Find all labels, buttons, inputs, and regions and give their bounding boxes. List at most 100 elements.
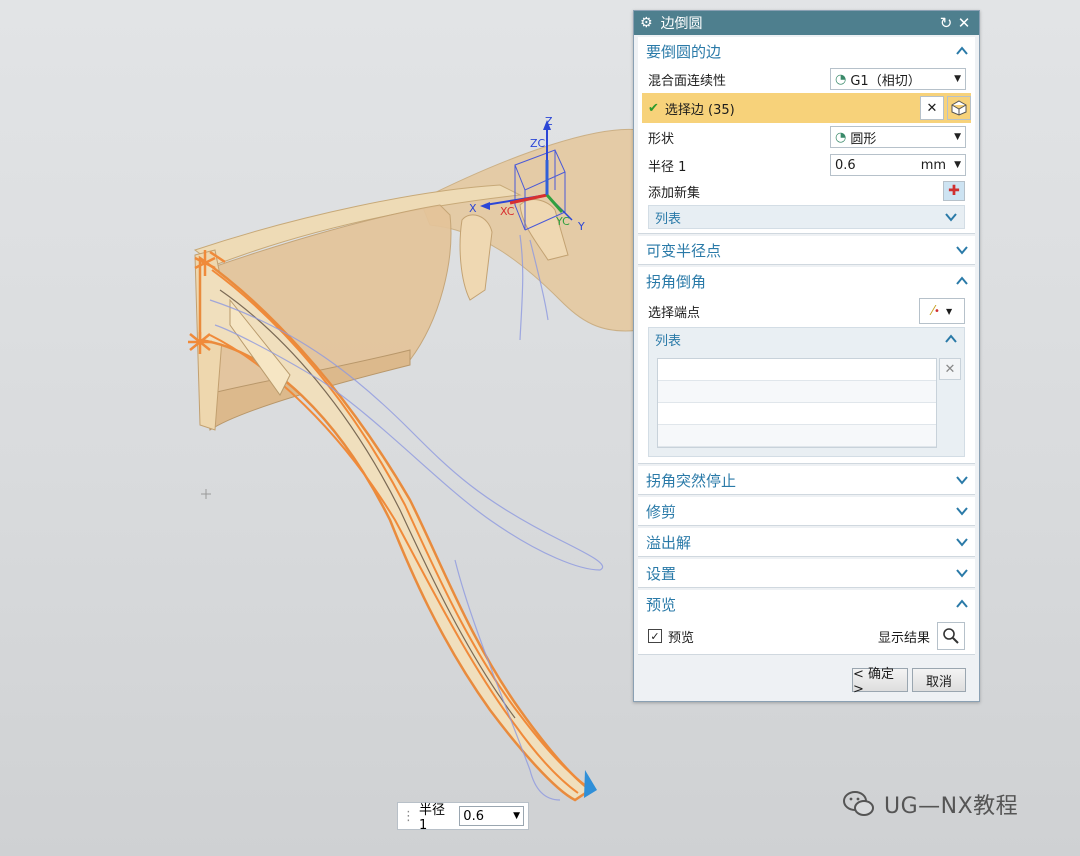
shape-select[interactable]: ◔ 圆形 ▼ bbox=[830, 126, 966, 148]
dropdown-arrow-icon: ▼ bbox=[945, 306, 953, 316]
edge-blend-dialog: ⚙ 边倒圆 ↻ ✕ 要倒圆的边 混合面连续性 ◔ G1（相切） ▼ ✔ 选择边 … bbox=[633, 10, 980, 702]
section-overflow: 溢出解 bbox=[638, 528, 975, 557]
section-header-trim[interactable]: 修剪 bbox=[638, 497, 975, 525]
chevron-up-icon bbox=[956, 46, 968, 55]
chevron-up-icon bbox=[945, 334, 957, 343]
cube-icon bbox=[951, 100, 967, 116]
section-header-overflow[interactable]: 溢出解 bbox=[638, 528, 975, 556]
section-edges: 要倒圆的边 混合面连续性 ◔ G1（相切） ▼ ✔ 选择边 (35) ✕ 形状 … bbox=[638, 37, 975, 234]
section-title-preview: 预览 bbox=[646, 595, 677, 614]
continuity-value: G1（相切） bbox=[850, 73, 921, 89]
section-header-preview[interactable]: 预览 bbox=[638, 590, 975, 618]
dropdown-arrow-icon[interactable]: ▼ bbox=[513, 811, 520, 821]
gear-icon[interactable]: ⚙ bbox=[640, 15, 653, 31]
cancel-button[interactable]: 取消 bbox=[912, 668, 966, 692]
section-corner-setback: 拐角倒角 选择端点 ⁄ • ▼ 列表 ✕ bbox=[638, 267, 975, 464]
chevron-up-icon bbox=[956, 276, 968, 285]
section-preview: 预览 ✓ 预览 显示结果 bbox=[638, 590, 975, 655]
radius-handle-input[interactable]: 0.6 ▼ bbox=[459, 806, 524, 826]
section-title-overflow: 溢出解 bbox=[646, 533, 692, 552]
wechat-icon bbox=[843, 791, 874, 816]
shape-row: 形状 ◔ 圆形 ▼ bbox=[638, 123, 975, 151]
chevron-down-icon bbox=[956, 507, 968, 516]
chevron-down-icon bbox=[956, 538, 968, 547]
section-settings: 设置 bbox=[638, 559, 975, 588]
reset-icon[interactable]: ↻ bbox=[937, 14, 955, 32]
section-header-corner-setback[interactable]: 拐角倒角 bbox=[638, 267, 975, 295]
select-endpoint-row: 选择端点 ⁄ • ▼ bbox=[638, 295, 975, 327]
radius-unit: mm bbox=[920, 157, 947, 173]
select-endpoint-label: 选择端点 bbox=[648, 305, 701, 321]
continuity-row: 混合面连续性 ◔ G1（相切） ▼ bbox=[638, 65, 975, 93]
shape-icon: ◔ bbox=[835, 129, 847, 145]
list-item[interactable] bbox=[658, 359, 936, 381]
section-header-settings[interactable]: 设置 bbox=[638, 559, 975, 587]
list-collapsed[interactable]: 列表 bbox=[648, 205, 965, 229]
add-set-button[interactable]: ✚ bbox=[943, 181, 965, 201]
radius-row: 半径 1 0.6 mm ▼ bbox=[638, 151, 975, 179]
section-header-edges[interactable]: 要倒圆的边 bbox=[638, 37, 975, 65]
section-title-settings: 设置 bbox=[646, 564, 677, 583]
close-icon[interactable]: ✕ bbox=[955, 14, 973, 32]
endpoint-list-header[interactable]: 列表 bbox=[649, 328, 964, 350]
list-item[interactable] bbox=[658, 425, 936, 447]
section-title-corner-stop: 拐角突然停止 bbox=[646, 471, 737, 490]
cube-button[interactable] bbox=[947, 96, 971, 120]
remove-item-button[interactable]: ✕ bbox=[939, 358, 961, 380]
dropdown-arrow-icon: ▼ bbox=[954, 74, 961, 84]
axis-label-y: Y bbox=[578, 220, 585, 233]
radius-input[interactable]: 0.6 mm ▼ bbox=[830, 154, 966, 176]
section-title-edges: 要倒圆的边 bbox=[646, 42, 722, 61]
chevron-down-icon bbox=[956, 246, 968, 255]
continuity-select[interactable]: ◔ G1（相切） ▼ bbox=[830, 68, 966, 90]
radius-handle-box: ⋮ 半径 1 0.6 ▼ bbox=[397, 802, 529, 833]
section-variable-radius: 可变半径点 bbox=[638, 236, 975, 265]
chevron-up-icon bbox=[956, 599, 968, 608]
watermark: UG—NX教程 bbox=[842, 788, 1018, 820]
section-title-corner-setback: 拐角倒角 bbox=[646, 272, 707, 291]
point-dialog-button[interactable]: ⁄ • ▼ bbox=[919, 298, 965, 324]
preview-checkbox[interactable]: ✓ bbox=[648, 629, 662, 643]
chevron-down-icon bbox=[956, 569, 968, 578]
preview-label: 预览 bbox=[668, 630, 695, 646]
list-item[interactable] bbox=[658, 403, 936, 425]
radius-value: 0.6 bbox=[835, 157, 856, 173]
axis-label-xc: XC bbox=[500, 205, 515, 218]
chevron-down-icon bbox=[956, 476, 968, 485]
chevron-down-icon bbox=[945, 213, 957, 222]
deselect-button[interactable]: ✕ bbox=[920, 96, 944, 120]
axis-label-x: X bbox=[469, 202, 477, 215]
ok-button[interactable]: < 确定 > bbox=[852, 667, 908, 697]
point-dot-icon: • bbox=[934, 305, 940, 317]
show-result-label: 显示结果 bbox=[877, 630, 930, 646]
section-corner-stop: 拐角突然停止 bbox=[638, 466, 975, 495]
endpoint-grid[interactable] bbox=[657, 358, 937, 448]
watermark-text: UG—NX教程 bbox=[884, 794, 1019, 819]
dialog-title: 边倒圆 bbox=[660, 16, 703, 32]
axis-label-z: Z bbox=[545, 115, 553, 128]
section-trim: 修剪 bbox=[638, 497, 975, 526]
add-set-row: 添加新集 ✚ bbox=[638, 179, 975, 203]
dialog-titlebar[interactable]: ⚙ 边倒圆 ↻ ✕ bbox=[634, 11, 979, 35]
list-item[interactable] bbox=[658, 381, 936, 403]
axis-label-yc: YC bbox=[556, 215, 570, 228]
select-edge-row[interactable]: ✔ 选择边 (35) ✕ bbox=[642, 93, 971, 123]
dropdown-arrow-icon[interactable]: ▼ bbox=[954, 160, 961, 170]
list-label: 列表 bbox=[655, 211, 682, 227]
add-icon: ✚ bbox=[948, 183, 960, 199]
drag-grip-icon[interactable]: ⋮ bbox=[402, 809, 415, 824]
section-title-variable-radius: 可变半径点 bbox=[646, 241, 722, 260]
continuity-icon: ◔ bbox=[835, 71, 847, 87]
section-header-corner-stop[interactable]: 拐角突然停止 bbox=[638, 466, 975, 494]
preview-row: ✓ 预览 显示结果 bbox=[638, 618, 975, 654]
select-edge-label: 选择边 (35) bbox=[664, 102, 735, 118]
section-header-variable-radius[interactable]: 可变半径点 bbox=[638, 236, 975, 264]
add-set-label: 添加新集 bbox=[648, 185, 701, 201]
show-result-button[interactable] bbox=[937, 622, 965, 650]
checkmark-icon: ✔ bbox=[648, 100, 659, 116]
endpoint-list-label: 列表 bbox=[655, 333, 682, 349]
endpoint-list: 列表 ✕ bbox=[648, 327, 965, 457]
dropdown-arrow-icon: ▼ bbox=[954, 132, 961, 142]
magnifier-icon bbox=[943, 628, 959, 644]
axis-label-zc: ZC bbox=[530, 137, 546, 150]
